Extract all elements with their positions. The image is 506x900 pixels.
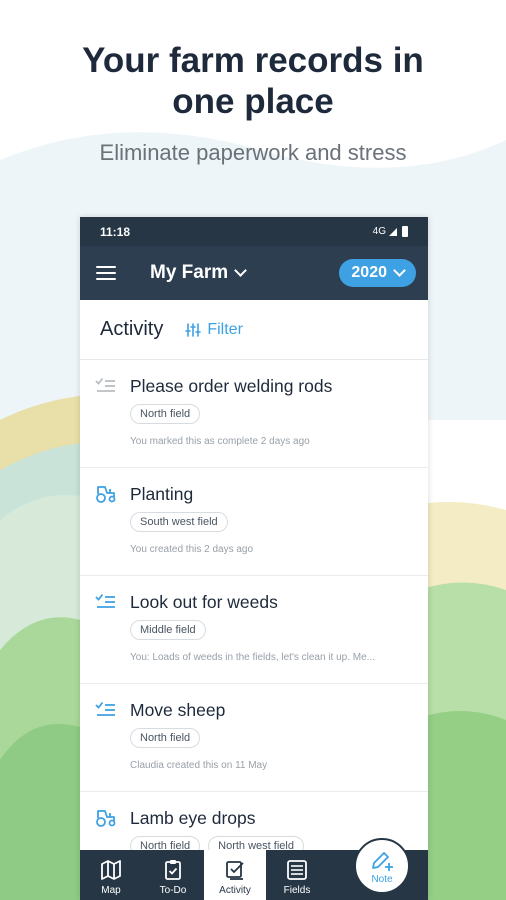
status-time: 11:18 <box>100 224 131 239</box>
field-tag: North field <box>130 404 201 424</box>
item-title: Lamb eye drops <box>130 808 256 828</box>
add-note-button[interactable]: Note <box>354 838 410 894</box>
farm-name: My Farm <box>150 262 229 283</box>
item-meta: You created this 2 days ago <box>130 544 254 555</box>
activity-list: Please order welding rods North field You … <box>80 360 428 900</box>
signal-icon <box>389 227 397 236</box>
filter-button[interactable]: Filter <box>185 321 243 339</box>
nav-fields[interactable]: Fields <box>266 850 328 900</box>
nav-fields-label: Fields <box>283 885 311 896</box>
status-bar: 11:18 4G <box>80 217 428 246</box>
chevron-down-icon <box>393 264 406 277</box>
list-item[interactable]: Planting South west field You created this… <box>80 468 428 576</box>
field-tag: Middle field <box>130 620 206 640</box>
list-item[interactable]: Look out for weeds Middle field You: Loads… <box>80 576 428 684</box>
farm-selector[interactable]: My Farm <box>150 262 248 284</box>
hero-title-line-2: one place <box>172 82 334 121</box>
nav-todo[interactable]: To-Do <box>142 850 204 900</box>
app-bar: My Farm 2020 <box>80 246 428 300</box>
battery-icon <box>402 226 408 237</box>
task-list-icon <box>94 590 118 614</box>
item-tags: North field <box>130 404 201 424</box>
field-tag: North field <box>130 728 201 748</box>
hero-title: Your farm records in one place <box>0 40 506 122</box>
activity-check-icon <box>226 861 244 880</box>
nav-activity[interactable]: Activity <box>204 850 266 900</box>
item-meta: You marked this as complete 2 days ago <box>130 436 310 447</box>
tractor-icon <box>94 482 118 506</box>
map-icon <box>101 860 121 880</box>
item-title: Look out for weeds <box>130 592 278 612</box>
item-title: Planting <box>130 484 194 504</box>
field-tag: South west field <box>130 512 228 532</box>
list-item[interactable]: Please order welding rods North field You … <box>80 360 428 468</box>
task-done-icon <box>94 374 118 398</box>
filter-sliders-icon <box>185 322 202 337</box>
nav-map-label: Map <box>101 885 121 896</box>
pencil-plus-icon <box>372 851 393 871</box>
item-title: Please order welding rods <box>130 376 333 396</box>
note-label: Note <box>371 873 393 885</box>
task-list-icon <box>94 698 118 722</box>
status-indicators: 4G <box>373 226 408 237</box>
filter-label: Filter <box>207 320 243 338</box>
year-selector[interactable]: 2020 <box>339 259 416 287</box>
tractor-icon <box>94 806 118 830</box>
clipboard-check-icon <box>165 860 181 880</box>
hero-title-line-1: Your farm records in <box>82 41 424 80</box>
chevron-down-icon <box>234 264 248 277</box>
item-title: Move sheep <box>130 700 226 720</box>
fields-icon <box>287 860 307 880</box>
item-meta: You: Loads of weeds in the fields, let's… <box>130 652 376 663</box>
page-title: Activity <box>100 318 164 340</box>
item-tags: North field <box>130 728 201 748</box>
nav-todo-label: To-Do <box>159 885 187 896</box>
list-item[interactable]: Move sheep North field Claudia created thi… <box>80 684 428 792</box>
item-tags: South west field <box>130 512 228 532</box>
phone-screen: 11:18 4G My Farm 2020 Activity Filter Pl… <box>80 217 428 900</box>
nav-map[interactable]: Map <box>80 850 142 900</box>
item-tags: Middle field <box>130 620 206 640</box>
hero-subtitle: Eliminate paperwork and stress <box>99 140 407 165</box>
year-label: 2020 <box>351 264 387 281</box>
nav-activity-label: Activity <box>219 885 251 896</box>
activity-header: Activity Filter <box>80 300 428 360</box>
network-label: 4G <box>372 226 386 237</box>
item-meta: Claudia created this on 11 May <box>130 760 268 771</box>
menu-icon[interactable] <box>96 266 116 280</box>
